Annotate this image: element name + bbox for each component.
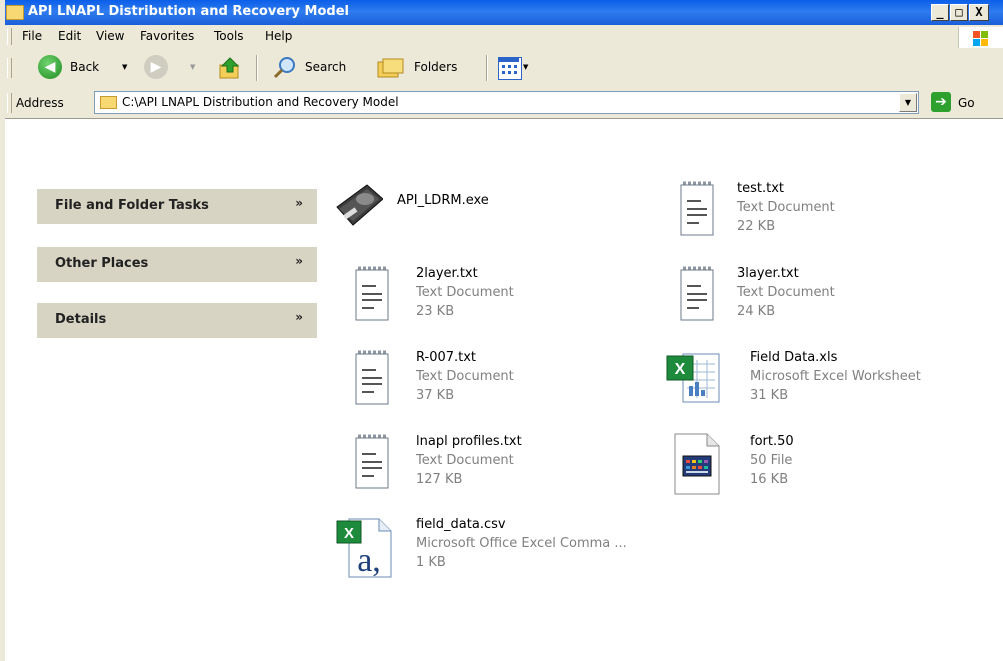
svg-text:X: X <box>675 361 686 378</box>
address-input[interactable]: C:\API LNAPL Distribution and Recovery M… <box>94 91 919 114</box>
panel-title: Other Places <box>55 256 149 271</box>
file-size: 23 KB <box>416 304 455 319</box>
windows-logo-icon <box>958 27 1003 48</box>
text-document-icon <box>675 179 723 243</box>
folders-icon[interactable] <box>377 57 405 79</box>
menu-favorites[interactable]: Favorites <box>140 29 194 43</box>
up-folder-icon[interactable] <box>218 56 242 80</box>
file-item[interactable]: 3layer.txt Text Document 24 KB <box>675 264 975 334</box>
address-label: Address <box>16 96 64 110</box>
file-size: 127 KB <box>416 472 463 487</box>
file-name: lnapl profiles.txt <box>416 434 522 449</box>
file-size: 1 KB <box>416 555 446 570</box>
generic-file-icon <box>673 432 721 496</box>
panel-title: Details <box>55 312 107 327</box>
file-item[interactable]: lnapl profiles.txt Text Document 127 KB <box>350 432 650 502</box>
file-type: 50 File <box>750 453 793 468</box>
file-type: Text Document <box>416 453 514 468</box>
file-type: Text Document <box>416 285 514 300</box>
file-name: R-007.txt <box>416 350 477 365</box>
toolbar-grip[interactable] <box>7 93 12 113</box>
views-dropdown-icon[interactable]: ▼ <box>523 63 528 71</box>
back-button[interactable]: Back <box>70 60 99 74</box>
file-type: Microsoft Office Excel Comma ... <box>416 536 627 551</box>
folder-icon <box>6 5 24 20</box>
maximize-button[interactable]: □ <box>950 4 968 21</box>
go-button[interactable]: Go <box>958 96 975 110</box>
file-name: 3layer.txt <box>737 266 799 281</box>
address-dropdown-button[interactable]: ▼ <box>899 93 917 112</box>
file-name: fort.50 <box>750 434 794 449</box>
file-item[interactable]: test.txt Text Document 22 KB <box>675 179 975 249</box>
file-name: 2layer.txt <box>416 266 478 281</box>
address-value[interactable]: C:\API LNAPL Distribution and Recovery M… <box>122 95 399 109</box>
back-dropdown-icon[interactable]: ▼ <box>122 63 127 71</box>
file-size: 37 KB <box>416 388 455 403</box>
file-name: test.txt <box>737 181 784 196</box>
text-document-icon <box>350 264 398 328</box>
file-item[interactable]: a, X field_data.csv Microsoft Office Exce… <box>335 515 635 585</box>
menu-edit[interactable]: Edit <box>58 29 81 43</box>
file-type: Microsoft Excel Worksheet <box>750 369 921 384</box>
address-bar: Address C:\API LNAPL Distribution and Re… <box>0 87 1003 119</box>
back-arrow-icon[interactable]: ◀ <box>38 55 62 79</box>
menu-tools[interactable]: Tools <box>214 29 244 43</box>
file-name: API_LDRM.exe <box>397 193 489 208</box>
file-type: Text Document <box>737 285 835 300</box>
chevron-down-icon[interactable]: » <box>295 310 303 324</box>
excel-csv-icon: a, X <box>335 515 397 579</box>
forward-dropdown-icon[interactable]: ▼ <box>190 63 195 71</box>
toolbar-grip[interactable] <box>7 58 12 78</box>
panel-other-places[interactable]: Other Places » <box>37 247 317 282</box>
svg-text:X: X <box>344 525 354 542</box>
toolbar-grip[interactable] <box>7 28 12 45</box>
file-item[interactable]: API_LDRM.exe <box>335 179 635 249</box>
file-item[interactable]: 2layer.txt Text Document 23 KB <box>350 264 650 334</box>
search-icon[interactable] <box>272 56 298 80</box>
file-size: 31 KB <box>750 388 789 403</box>
file-size: 22 KB <box>737 219 776 234</box>
menu-help[interactable]: Help <box>265 29 292 43</box>
search-button[interactable]: Search <box>305 60 346 74</box>
forward-arrow-icon[interactable]: ▶ <box>144 55 168 79</box>
file-item[interactable]: R-007.txt Text Document 37 KB <box>350 348 650 418</box>
standard-toolbar: ◀ Back ▼ ▶ ▼ Search Folders ▼ <box>0 48 1003 88</box>
svg-text:a,: a, <box>357 542 381 579</box>
file-item[interactable]: X Field Data.xls Microsoft Excel Workshe… <box>665 348 965 418</box>
file-size: 16 KB <box>750 472 789 487</box>
chevron-down-icon[interactable]: » <box>295 254 303 268</box>
application-icon <box>335 179 384 243</box>
toolbar-separator <box>256 55 258 81</box>
file-type: Text Document <box>416 369 514 384</box>
title-bar[interactable]: API LNAPL Distribution and Recovery Mode… <box>0 0 1003 25</box>
file-size: 24 KB <box>737 304 776 319</box>
panel-file-and-folder-tasks[interactable]: File and Folder Tasks » <box>37 189 317 224</box>
go-arrow-icon[interactable]: ➔ <box>931 92 951 112</box>
explorer-window: API LNAPL Distribution and Recovery Mode… <box>0 0 1003 661</box>
panel-details[interactable]: Details » <box>37 303 317 338</box>
file-name: Field Data.xls <box>750 350 838 365</box>
text-document-icon <box>350 348 398 412</box>
folder-view: File and Folder Tasks » Other Places » D… <box>5 119 1003 661</box>
views-icon[interactable] <box>498 57 522 80</box>
window-title: API LNAPL Distribution and Recovery Mode… <box>28 4 349 19</box>
file-item[interactable]: fort.50 50 File 16 KB <box>673 432 973 502</box>
file-type: Text Document <box>737 200 835 215</box>
close-button[interactable]: X <box>969 4 989 21</box>
text-document-icon <box>675 264 723 328</box>
excel-worksheet-icon: X <box>665 348 727 412</box>
text-document-icon <box>350 432 398 496</box>
chevron-down-icon[interactable]: » <box>295 196 303 210</box>
menu-bar: File Edit View Favorites Tools Help <box>0 25 1003 49</box>
panel-title: File and Folder Tasks <box>55 198 209 213</box>
menu-view[interactable]: View <box>96 29 124 43</box>
folder-icon <box>100 96 117 109</box>
minimize-button[interactable]: _ <box>931 4 949 21</box>
toolbar-separator <box>486 55 488 81</box>
file-name: field_data.csv <box>416 517 506 532</box>
menu-file[interactable]: File <box>22 29 42 43</box>
folders-button[interactable]: Folders <box>414 60 457 74</box>
